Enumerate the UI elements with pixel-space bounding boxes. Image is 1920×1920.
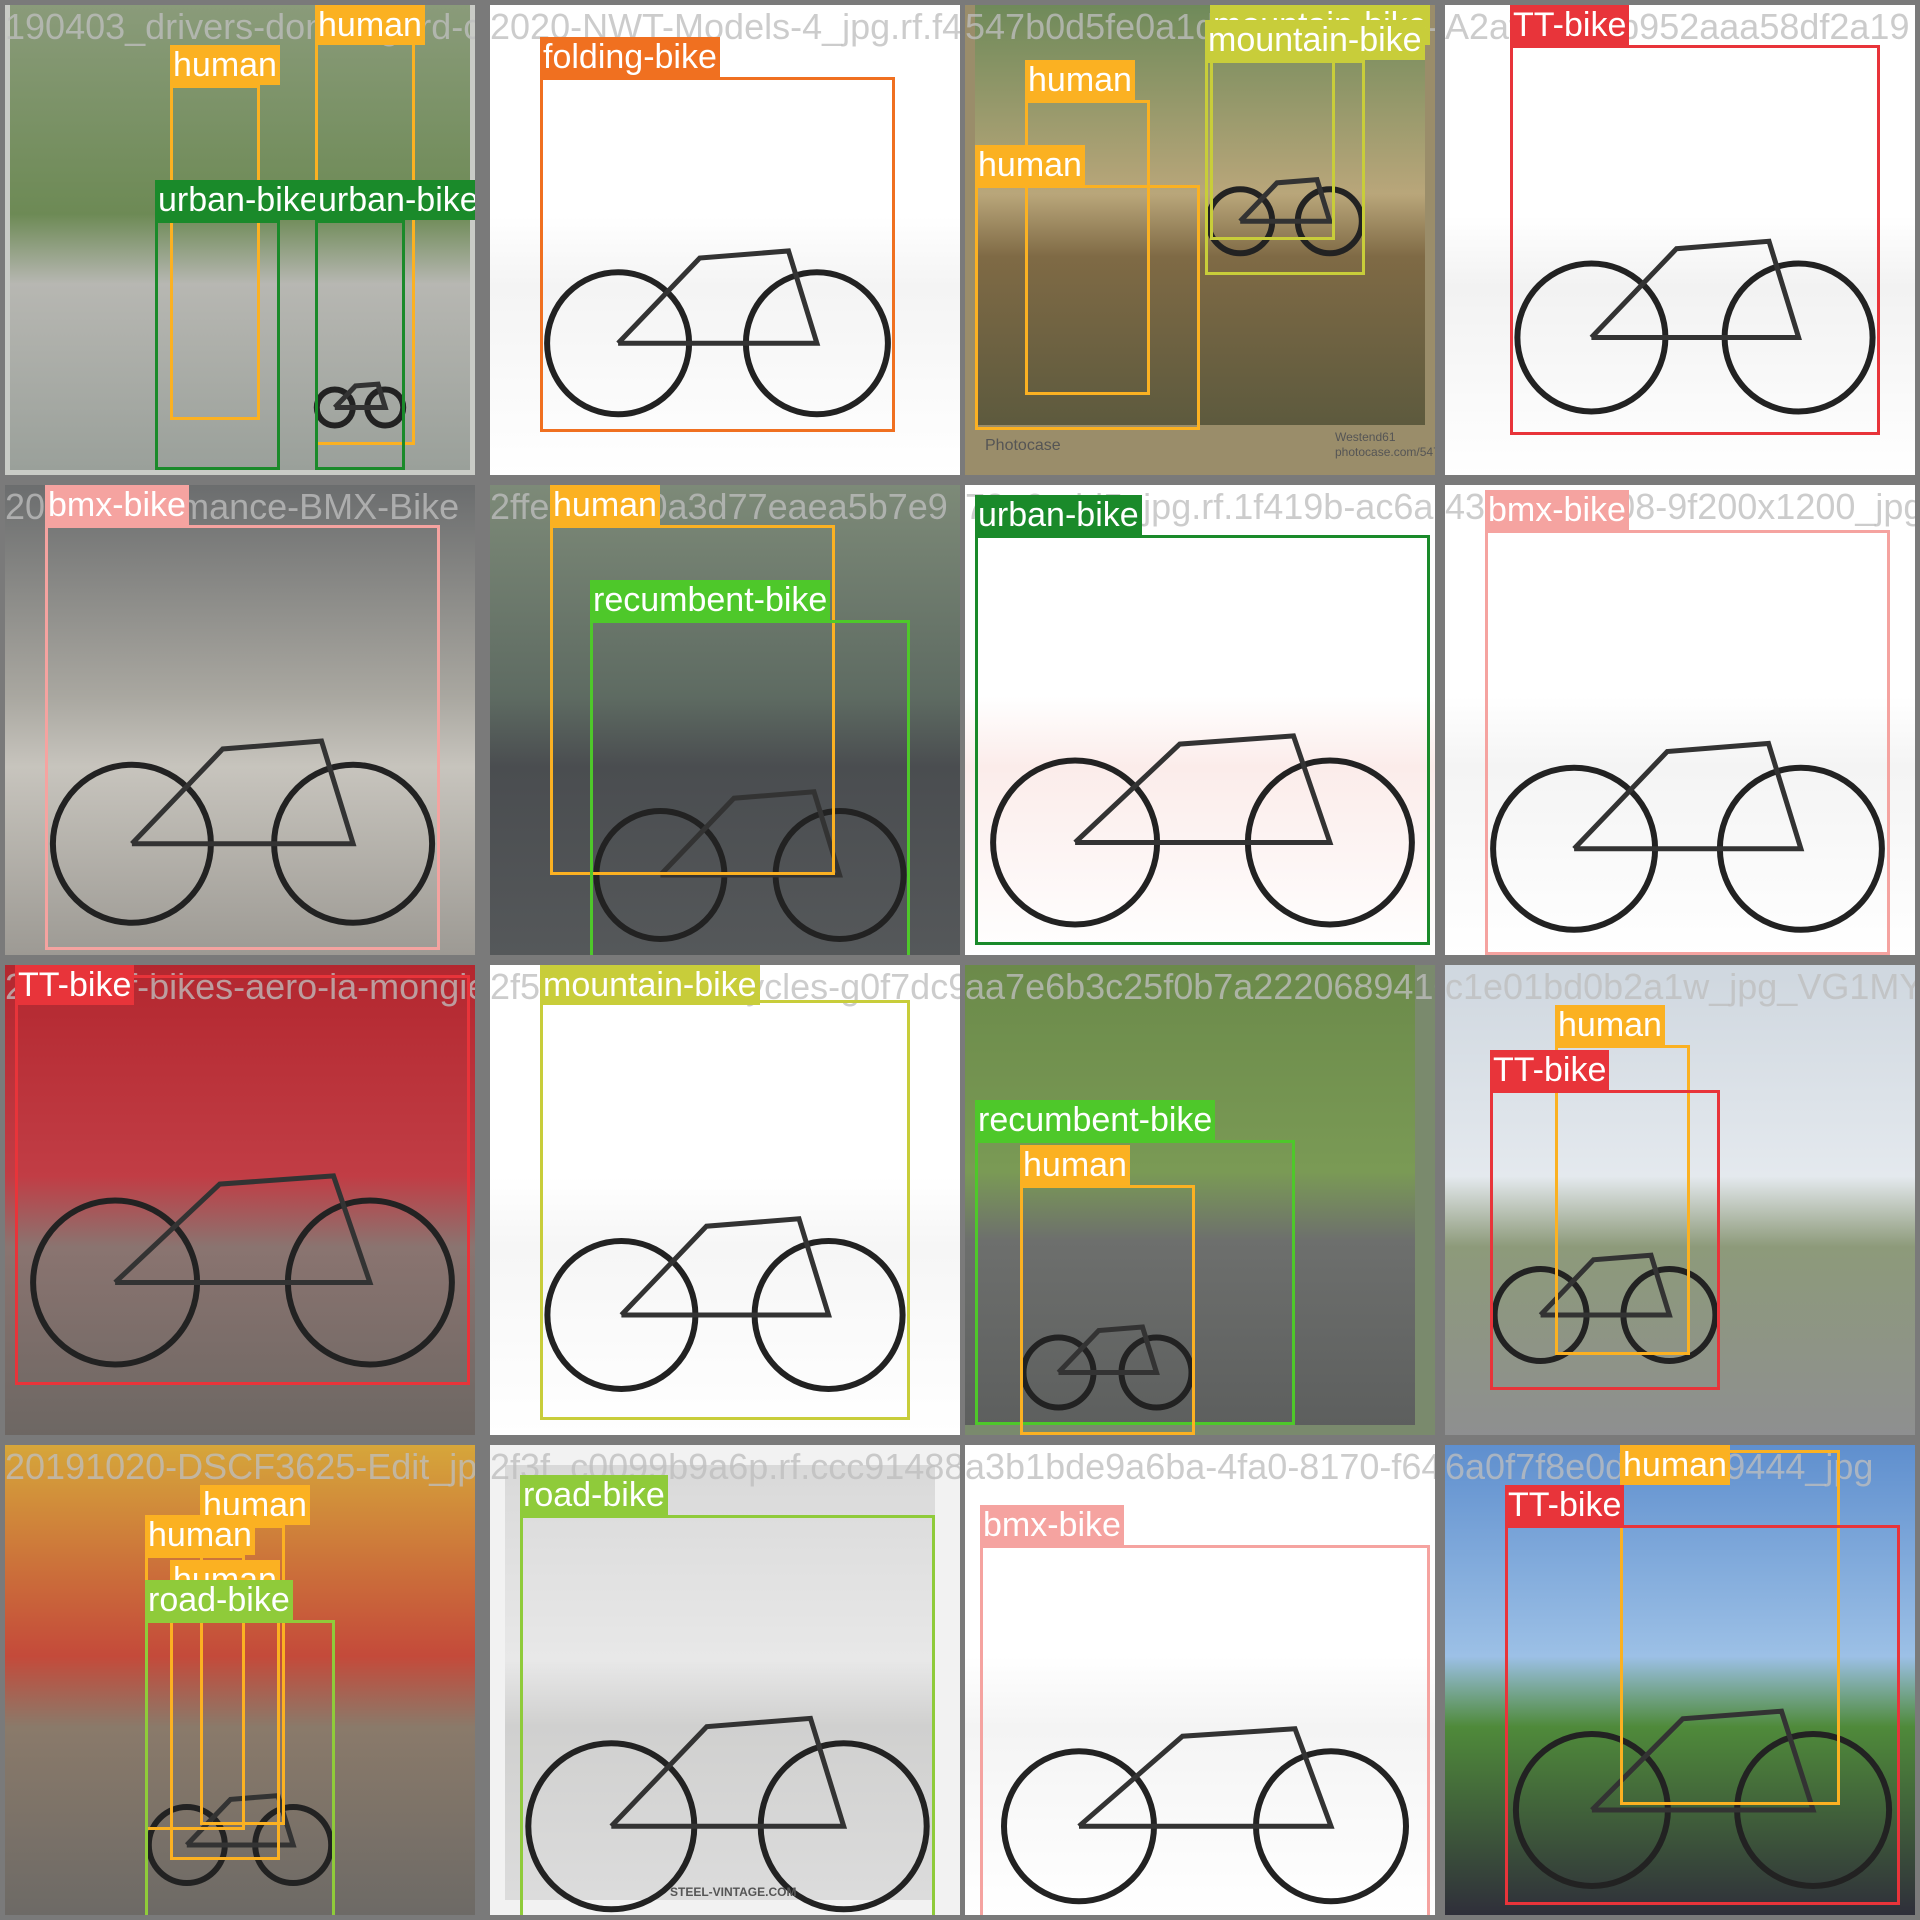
image-tile: 2f3f_c0099b9a6p.rf.ccc9148851eSTEEL-VINT… [490,1445,960,1915]
class-label: human [1025,60,1135,100]
filename-caption: aa7e6b3c25f0b7a2220689410aa3 [965,967,1435,1007]
class-label: human [550,485,660,525]
class-label: human [1020,1145,1130,1185]
bounding-box [45,525,440,950]
class-label: recumbent-bike [590,580,831,620]
bounding-box [540,1000,910,1420]
bounding-box [980,1545,1430,1915]
image-tile: 190403_drivers-dont-regard-cyclistshuman… [5,5,475,475]
detection-mosaic: 190403_drivers-dont-regard-cyclistshuman… [0,0,1920,1920]
class-label: human [975,145,1085,185]
class-label: urban-bike [315,180,475,220]
image-tile: 2020-NWT-Models-4_jpg.rf.f447d6f5e2894fo… [490,5,960,475]
class-label: human [145,1515,255,1555]
class-label: human [1555,1005,1665,1045]
image-tile: 73e9cdd5_jpg.rf.1f419b-ac6a-6a55urban-bi… [965,485,1435,955]
image-tile: 43e5bb5fa08-9f200x1200_jpg bmx-bike [1445,485,1915,955]
class-label: mountain-bike [1205,20,1425,60]
bounding-box [540,77,895,432]
class-label: bmx-bike [980,1505,1124,1545]
bounding-box [1490,1090,1720,1390]
bounding-box [145,1620,335,1915]
image-tile: 2017-tdf-bikes-aero-la-mongie TT-bike [5,965,475,1435]
class-label: folding-bike [540,37,720,77]
image-tile: c1e01bd0b2a1w_jpg_VG1MY7CGdhuman TT-bike [1445,965,1915,1435]
filename-caption: 20191020-DSCF3625-Edit_jpg [5,1447,475,1487]
bounding-box [975,535,1430,945]
bounding-box [15,975,470,1385]
watermark-text: Photocase [985,437,1061,454]
class-label: TT-bike [15,965,135,1005]
filename-caption: a3b1bde9a6ba-4fa0-8170-f64 [965,1447,1435,1487]
class-label: bmx-bike [45,485,189,525]
class-label: TT-bike [1505,1485,1625,1525]
image-tile: 547b0d5fe0a1d-woman-on-a-mountain-bikePh… [965,5,1435,475]
image-tile: 6a0f7f8e0d0e4599444_jpghumanTT-bike [1445,1445,1915,1915]
class-label: urban-bike [155,180,322,220]
image-tile: aa7e6b3c25f0b7a2220689410aa3 recumbent-bi… [965,965,1435,1435]
class-label: TT-bike [1510,5,1630,45]
bounding-box [155,220,280,470]
bounding-box [315,220,405,470]
watermark-text: photocase.com/5470680 [1335,445,1435,459]
bounding-box [1205,60,1365,275]
class-label: road-bike [145,1580,293,1620]
class-label: road-bike [520,1475,668,1515]
image-tile: 20X-Performance-BMX-Bike bmx-bike [5,485,475,955]
bounding-box [1505,1525,1900,1905]
bounding-box [975,185,1200,430]
bounding-box [590,620,910,955]
filename-caption: c1e01bd0b2a1w_jpg_VG1MY7CGd [1445,967,1915,1007]
image-tile: A2af6b1e3b952aaa58df2a19 TT-bike [1445,5,1915,475]
class-label: human [1620,1445,1730,1485]
class-label: urban-bike [975,495,1142,535]
bounding-box [1485,530,1890,955]
image-tile: 20191020-DSCF3625-Edit_jpghumanhumanhuma… [5,1445,475,1915]
bounding-box [520,1515,935,1915]
image-tile: 2f5cdf-se-bike-cycles-g0f7dc977dmountain… [490,965,960,1435]
bounding-box [1510,45,1880,435]
class-label: mountain-bike [540,965,760,1005]
class-label: TT-bike [1490,1050,1610,1090]
class-label: human [170,45,280,85]
bounding-box [1020,1185,1195,1435]
image-tile: a3b1bde9a6ba-4fa0-8170-f64 bmx-bike [965,1445,1435,1915]
class-label: bmx-bike [1485,490,1629,530]
class-label: recumbent-bike [975,1100,1216,1140]
watermark-text: Westend61 [1335,430,1396,444]
image-tile: 2ffe4da7c0a3d77eaea5b7e9 human recumbent-b… [490,485,960,955]
class-label: human [315,5,425,45]
